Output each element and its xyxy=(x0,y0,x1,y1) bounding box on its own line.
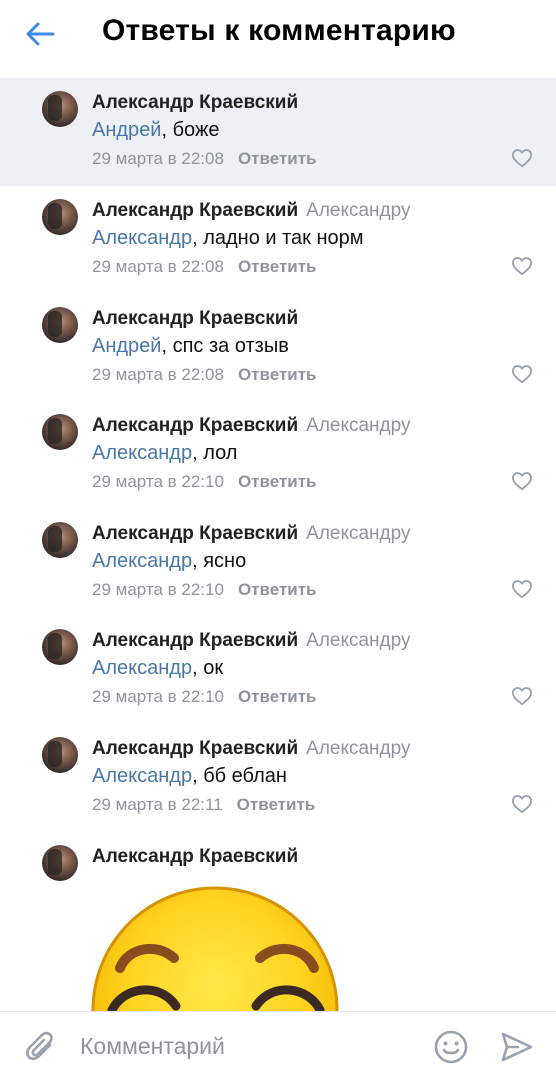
avatar[interactable] xyxy=(42,737,78,773)
avatar[interactable] xyxy=(42,91,78,127)
heart-icon[interactable] xyxy=(511,471,533,491)
heart-icon[interactable] xyxy=(511,686,533,706)
comment-text: , ладно и так норм xyxy=(192,227,364,249)
comment-mention[interactable]: Андрей xyxy=(92,335,161,357)
avatar[interactable] xyxy=(42,307,78,343)
avatar[interactable] xyxy=(42,845,78,881)
avatar[interactable] xyxy=(42,199,78,235)
comment-mention[interactable]: Андрей xyxy=(92,119,161,141)
avatar[interactable] xyxy=(42,522,78,558)
comment-time: 29 марта в 22:10 xyxy=(92,472,224,491)
comment-text: , ясно xyxy=(192,550,247,572)
comment-input[interactable] xyxy=(80,1029,410,1063)
comment-text: , спс за отзыв xyxy=(161,335,289,357)
comment-text: , лол xyxy=(192,442,238,464)
comment-author[interactable]: Александр Краевский xyxy=(92,200,298,221)
smiling-emoji-sticker-art xyxy=(91,886,339,1017)
comment-item: Александр Краевский Александру Александр,… xyxy=(0,724,556,832)
heart-icon[interactable] xyxy=(511,256,533,276)
comment-mention[interactable]: Александр xyxy=(92,550,192,572)
comment-time: 29 марта в 22:08 xyxy=(92,365,224,384)
comment-item: Александр Краевский Андрей, спс за отзыв… xyxy=(0,294,556,402)
heart-icon[interactable] xyxy=(511,579,533,599)
comment-time: 29 марта в 22:10 xyxy=(92,687,224,706)
reply-button[interactable]: Ответить xyxy=(238,149,317,168)
comment-item: Александр Краевский Александру Александр,… xyxy=(0,509,556,617)
comment-item: Александр Краевский Александру Александр,… xyxy=(0,616,556,724)
comment-mention[interactable]: Александр xyxy=(92,765,192,787)
comment-author[interactable]: Александр Краевский xyxy=(92,415,298,436)
comment-author[interactable]: Александр Краевский xyxy=(92,523,298,544)
reply-to-label[interactable]: Александру xyxy=(306,738,410,759)
reply-to-label[interactable]: Александру xyxy=(306,523,410,544)
comment-time: 29 марта в 22:08 xyxy=(92,257,224,276)
reply-to-label[interactable]: Александру xyxy=(306,415,410,436)
heart-icon[interactable] xyxy=(511,794,533,814)
page-title: Ответы к комментарию xyxy=(102,14,456,47)
reply-button[interactable]: Ответить xyxy=(238,365,317,384)
comment-item: Александр Краевский Андрей, боже 29 март… xyxy=(0,78,556,186)
reply-button[interactable]: Ответить xyxy=(237,795,316,814)
reply-button[interactable]: Ответить xyxy=(238,472,317,491)
comment-author[interactable]: Александр Краевский xyxy=(92,308,298,329)
reply-button[interactable]: Ответить xyxy=(238,580,317,599)
top-bar: Ответы к комментарию xyxy=(0,0,556,70)
avatar[interactable] xyxy=(42,414,78,450)
comment-mention[interactable]: Александр xyxy=(92,227,192,249)
comment-text: , ок xyxy=(192,657,224,679)
reply-to-label[interactable]: Александру xyxy=(306,630,410,651)
comment-mention[interactable]: Александр xyxy=(92,657,192,679)
reply-to-label[interactable]: Александру xyxy=(306,200,410,221)
arrow-left-icon xyxy=(26,22,55,46)
comment-time: 29 марта в 22:10 xyxy=(92,580,224,599)
paperclip-icon[interactable] xyxy=(24,1029,58,1065)
comment-author[interactable]: Александр Краевский xyxy=(92,92,298,113)
smiling-emoji-sticker[interactable] xyxy=(90,882,340,1017)
comment-text: , бб еблан xyxy=(192,765,287,787)
send-icon[interactable] xyxy=(500,1030,534,1064)
comment-time: 29 марта в 22:11 xyxy=(92,795,223,814)
back-button[interactable] xyxy=(22,16,58,52)
comment-time: 29 марта в 22:08 xyxy=(92,149,224,168)
comment-mention[interactable]: Александр xyxy=(92,442,192,464)
reply-button[interactable]: Ответить xyxy=(238,687,317,706)
comment-author[interactable]: Александр Краевский xyxy=(92,630,298,651)
smile-icon[interactable] xyxy=(433,1029,469,1065)
comment-item: Александр Краевский Александру Александр,… xyxy=(0,186,556,294)
comment-author[interactable]: Александр Краевский xyxy=(92,738,298,759)
comment-text: , боже xyxy=(161,119,220,141)
heart-icon[interactable] xyxy=(511,148,533,168)
comment-composer xyxy=(0,1011,556,1080)
reply-button[interactable]: Ответить xyxy=(238,257,317,276)
heart-icon[interactable] xyxy=(511,364,533,384)
comment-author[interactable]: Александр Краевский xyxy=(92,846,298,867)
comment-item: Александр Краевский Александру Александр,… xyxy=(0,401,556,509)
avatar[interactable] xyxy=(42,629,78,665)
